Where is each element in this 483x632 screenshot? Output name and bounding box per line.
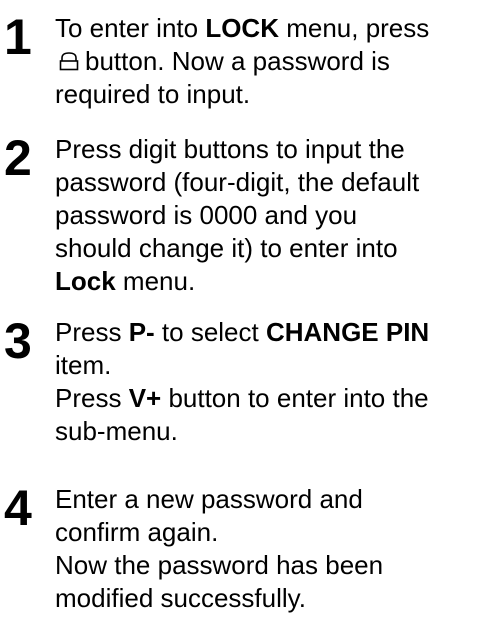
step-line: button. Now a password is — [55, 45, 483, 78]
step-text: Press P- to select CHANGE PIN item. Pres… — [55, 316, 483, 448]
text-segment: To enter into — [55, 13, 206, 43]
step-line: confirm again. — [55, 517, 219, 547]
step-line: Lock menu. — [55, 265, 483, 298]
step-line: item. — [55, 350, 112, 380]
step-line: Press P- to select CHANGE PIN — [55, 316, 483, 349]
step-number: 4 — [4, 480, 32, 536]
text-segment: menu, press — [278, 13, 430, 43]
step-line: modified successfully. — [55, 583, 306, 613]
step-line: should change it) to enter into — [55, 233, 398, 263]
step-line: password (four-digit, the default — [55, 167, 420, 197]
step-text: To enter into LOCK menu, press button. N… — [55, 12, 483, 111]
step-number: 2 — [4, 130, 32, 186]
step-number: 3 — [4, 313, 32, 369]
text-segment: button to enter into the — [161, 383, 429, 413]
text-segment: Press — [55, 383, 129, 413]
bold-keyword: CHANGE PIN — [265, 317, 430, 347]
text-segment: button. Now a password is — [85, 46, 390, 76]
bold-keyword: V+ — [128, 383, 162, 413]
bold-keyword: Lock — [55, 266, 116, 296]
step-line: password is 0000 and you — [55, 200, 358, 230]
step-line: Press V+ button to enter into the — [55, 382, 483, 415]
step-line: Now the password has been — [55, 550, 384, 580]
lock-icon — [59, 51, 79, 71]
step-line: Press digit buttons to input the — [55, 134, 405, 164]
text-segment: to select — [154, 317, 266, 347]
step-line: Enter a new password and — [55, 484, 363, 514]
bold-keyword: LOCK — [205, 13, 279, 43]
step-number: 1 — [4, 9, 32, 65]
step-line: sub-menu. — [55, 416, 178, 446]
text-segment: menu. — [115, 266, 196, 296]
step-line: To enter into LOCK menu, press — [55, 12, 483, 45]
step-line: required to input. — [55, 79, 251, 109]
text-segment: Press — [55, 317, 129, 347]
step-text: Enter a new password and confirm again. … — [55, 483, 483, 615]
step-text: Press digit buttons to input the passwor… — [55, 133, 483, 298]
bold-keyword: P- — [128, 317, 155, 347]
